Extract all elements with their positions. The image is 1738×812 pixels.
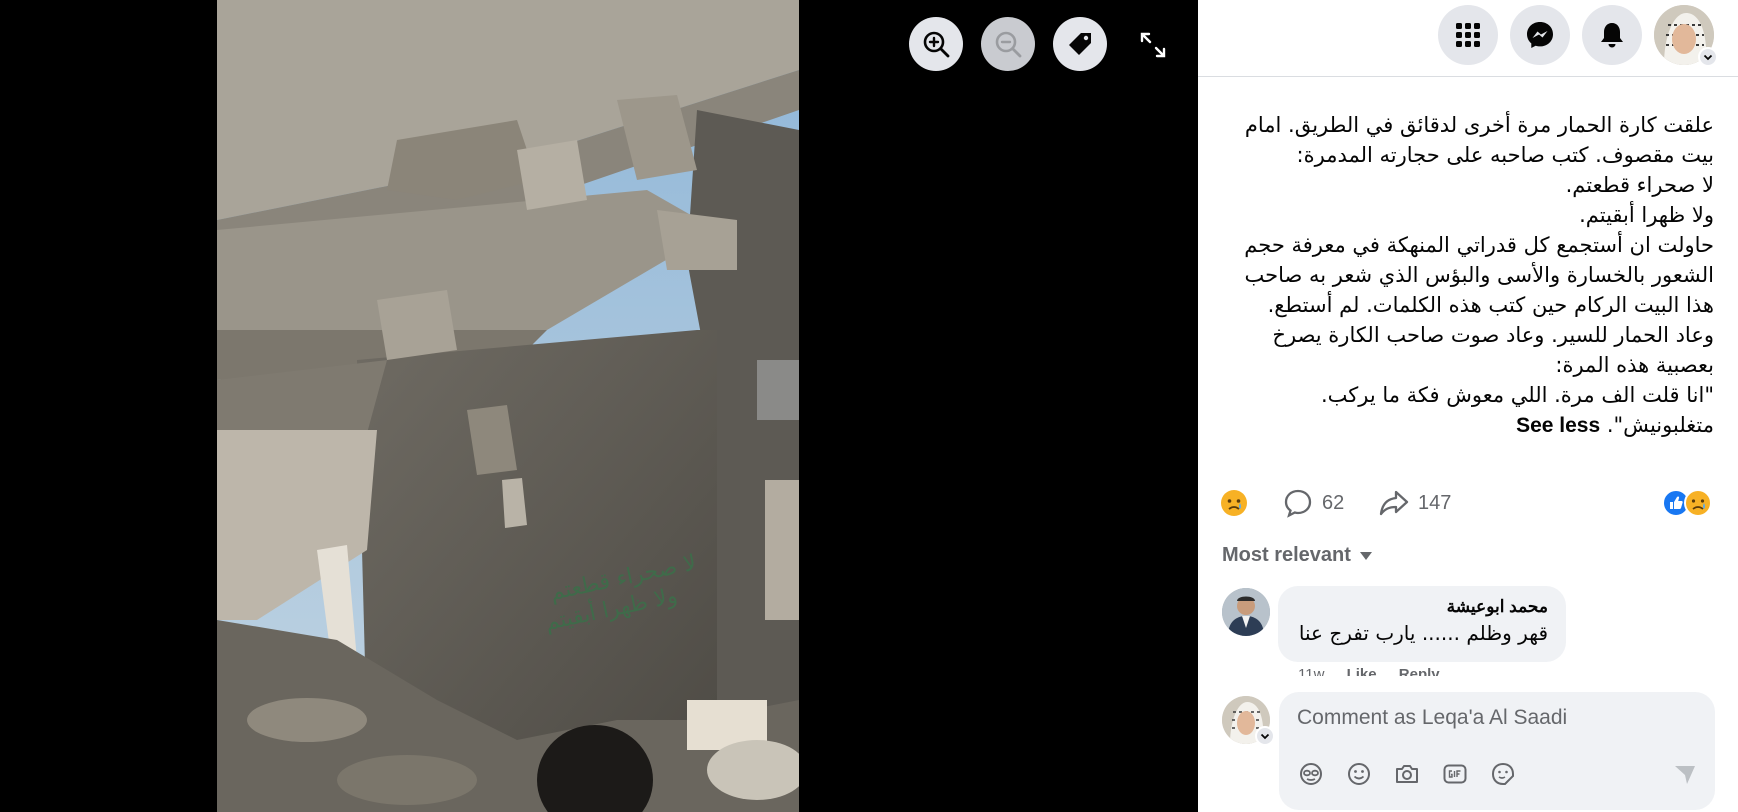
- comment-input[interactable]: [1297, 706, 1697, 730]
- comment-text: قهر وظلم ...... يارب تفرج عنا: [1298, 621, 1548, 645]
- comment-reply-button[interactable]: Reply: [1399, 666, 1440, 676]
- bell-icon: [1601, 23, 1623, 48]
- share-count-button[interactable]: 147: [1378, 484, 1451, 522]
- avatar-sticker-button[interactable]: [1295, 758, 1327, 790]
- avatar-sticker-icon: [1300, 763, 1322, 785]
- menu-grid-icon: [1456, 23, 1480, 47]
- comment-meta: 11w Like Reply: [1298, 666, 1458, 676]
- sticker-button[interactable]: [1487, 758, 1519, 790]
- post-line: هذا البيت الركام حين كتب هذه الكلمات. لم…: [1267, 293, 1714, 317]
- share-icon: [1379, 490, 1409, 516]
- post-line: علقت كارة الحمار مرة أخرى لدقائق في الطر…: [1244, 113, 1714, 137]
- caret-down-icon: [1359, 551, 1372, 560]
- zoom-out-button[interactable]: [981, 17, 1035, 71]
- account-menu-button[interactable]: [1698, 47, 1718, 67]
- post-line: بيت مقصوف. كتب صاحبه على حجارته المدمرة:: [1296, 143, 1714, 167]
- chevron-down-icon: [1260, 733, 1270, 740]
- post-stats: 62 147: [1220, 484, 1716, 524]
- menu-button[interactable]: [1438, 5, 1498, 65]
- zoom-in-button[interactable]: [909, 17, 963, 71]
- gif-button[interactable]: [1439, 758, 1471, 790]
- photo-viewer: لا صحراء قطعتم ولا ظهرا أبقيتم: [0, 0, 1198, 812]
- reactions-summary[interactable]: [1660, 484, 1716, 522]
- comment-like-button[interactable]: Like: [1347, 666, 1377, 676]
- sad-emoji-icon: [1221, 490, 1247, 516]
- zoom-out-icon: [995, 31, 1022, 58]
- send-comment-button[interactable]: [1669, 758, 1701, 790]
- send-icon: [1675, 766, 1695, 784]
- gif-icon: [1443, 764, 1467, 784]
- post-line: لا صحراء قطعتم.: [1565, 173, 1714, 197]
- comment-count: 62: [1322, 491, 1345, 514]
- fullscreen-icon: [1140, 32, 1166, 58]
- comment-sort-dropdown[interactable]: Most relevant: [1222, 544, 1373, 567]
- post-line: وعاد الحمار للسير. وعاد صوت صاحب الكارة …: [1272, 323, 1714, 347]
- tag-photo-button[interactable]: [1053, 17, 1107, 71]
- rubble-photo: لا صحراء قطعتم ولا ظهرا أبقيتم: [217, 0, 799, 812]
- post-line: الشعور بالخسارة والأسى والبؤس الذي شعر ب…: [1244, 263, 1714, 287]
- zoom-in-icon: [923, 31, 950, 58]
- reactions-icons: [1662, 489, 1712, 517]
- composer-identity-button[interactable]: [1255, 726, 1275, 746]
- post-line: بعصبية هذه المرة:: [1555, 353, 1714, 377]
- chevron-down-icon: [1703, 54, 1713, 61]
- top-bar: [1198, 0, 1738, 77]
- post-body: علقت كارة الحمار مرة أخرى لدقائق في الطر…: [1220, 110, 1714, 441]
- sticker-icon: [1491, 762, 1514, 785]
- post-line: ولا ظهرا أبقيتم.: [1579, 203, 1714, 227]
- messenger-icon: [1527, 22, 1553, 48]
- notifications-button[interactable]: [1582, 5, 1642, 65]
- see-less-link[interactable]: See less: [1516, 414, 1600, 437]
- camera-icon: [1396, 765, 1418, 783]
- emoji-button[interactable]: [1343, 758, 1375, 790]
- comment-count-button[interactable]: 62: [1282, 484, 1344, 522]
- comment-author[interactable]: محمد ابوعيشة: [1296, 596, 1548, 618]
- tag-icon: [1069, 33, 1091, 55]
- comment-bubble: محمد ابوعيشة قهر وظلم ...... يارب تفرج ع…: [1278, 586, 1566, 662]
- emoji-icon: [1348, 763, 1370, 785]
- sad-react-button[interactable]: [1220, 484, 1248, 522]
- messenger-button[interactable]: [1510, 5, 1570, 65]
- post-line: متغلبونيش".: [1606, 413, 1714, 437]
- comment-composer: [1279, 692, 1715, 810]
- commenter-avatar[interactable]: [1222, 588, 1270, 636]
- comment-time[interactable]: 11w: [1298, 666, 1324, 676]
- fullscreen-button[interactable]: [1136, 28, 1170, 62]
- comment-sort-label: Most relevant: [1222, 544, 1351, 566]
- share-count: 147: [1418, 491, 1452, 514]
- comment-icon: [1284, 489, 1312, 518]
- post-line: "انا قلت الف مرة. اللي معوش فكة ما يركب.: [1320, 383, 1714, 407]
- post-line: حاولت ان أستجمع كل قدراتي المنهكة في معر…: [1244, 233, 1714, 257]
- post-last-line: متغلبونيش". See less: [1220, 410, 1714, 441]
- post-panel: علقت كارة الحمار مرة أخرى لدقائق في الطر…: [1198, 0, 1738, 812]
- post-photo[interactable]: لا صحراء قطعتم ولا ظهرا أبقيتم: [217, 0, 799, 812]
- photo-button[interactable]: [1391, 758, 1423, 790]
